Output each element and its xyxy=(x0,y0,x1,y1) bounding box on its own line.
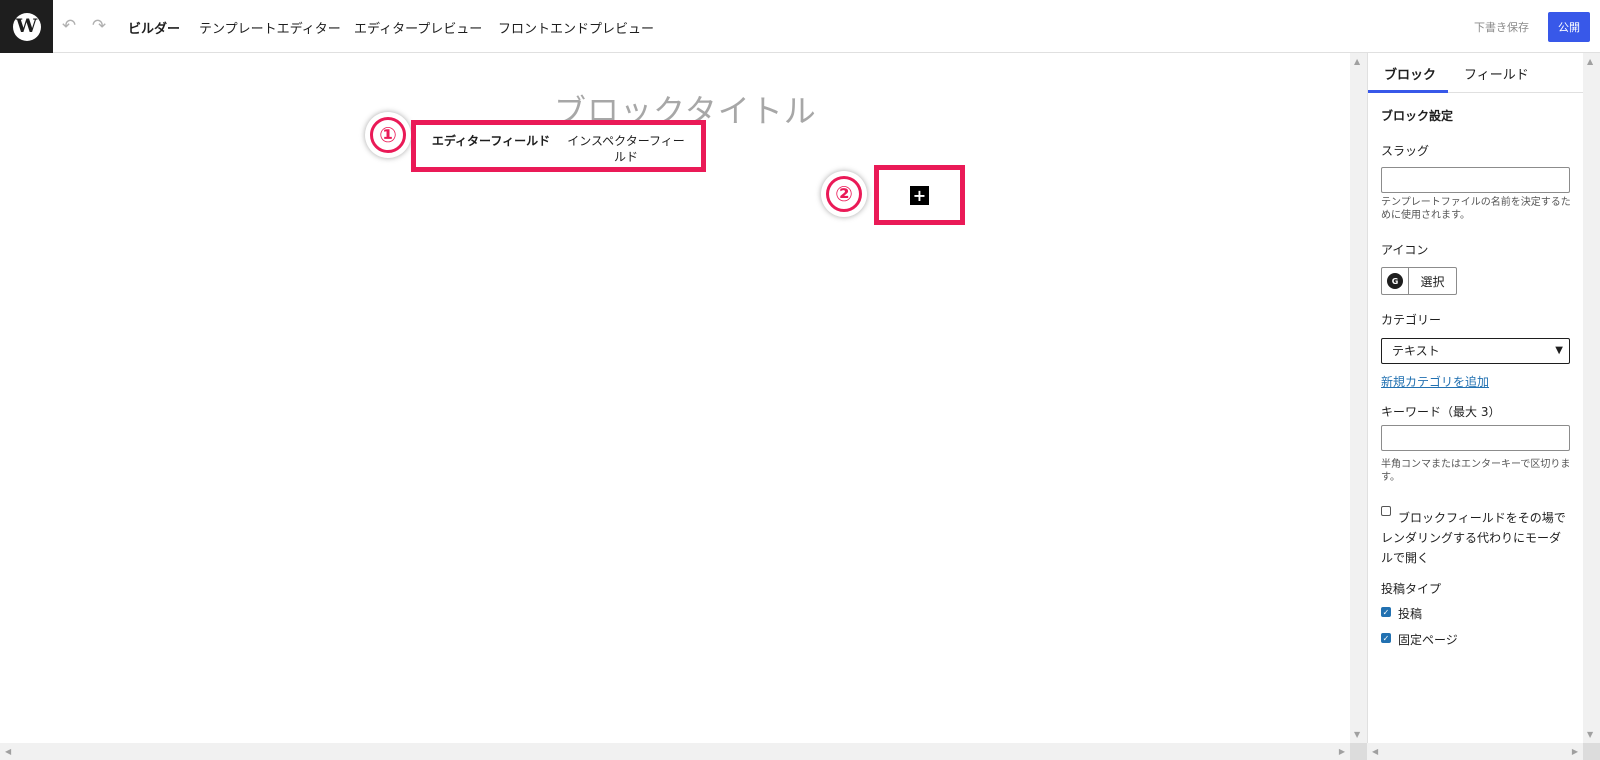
tab-inspector-fields[interactable]: インスペクターフィールド xyxy=(562,133,690,165)
canvas-vertical-scrollbar[interactable]: ▲ ▼ xyxy=(1350,53,1367,743)
scroll-up-icon[interactable]: ▲ xyxy=(1587,57,1593,66)
callout-number: ② xyxy=(826,176,862,212)
tab-fields[interactable]: フィールド xyxy=(1464,64,1529,83)
post-type-label-page: 固定ページ xyxy=(1398,633,1458,647)
scroll-right-icon[interactable]: ▶ xyxy=(1339,747,1345,756)
add-category-link[interactable]: 新規カテゴリを追加 xyxy=(1381,373,1489,390)
callout-badge-1: ① xyxy=(365,112,411,158)
sidebar-tabs: ブロック フィールド xyxy=(1368,53,1584,93)
undo-icon[interactable]: ↶ xyxy=(60,17,78,35)
icon-select-button[interactable]: G 選択 xyxy=(1381,267,1457,295)
editor-canvas: ブロックタイトル ① エディターフィールド インスペクターフィールド ② + xyxy=(0,53,1350,743)
nav-template-editor[interactable]: テンプレートエディター xyxy=(199,18,341,37)
tab-editor-fields[interactable]: エディターフィールド xyxy=(428,133,554,149)
scrollbar-corner xyxy=(1350,743,1367,760)
chevron-down-icon: ▼ xyxy=(1555,345,1563,356)
scroll-up-icon[interactable]: ▲ xyxy=(1354,57,1360,66)
keywords-label: キーワード（最大 3） xyxy=(1381,405,1501,419)
active-tab-indicator xyxy=(1368,90,1448,93)
scroll-left-icon[interactable]: ◀ xyxy=(5,747,11,756)
post-type-label-post: 投稿 xyxy=(1398,607,1423,621)
nav-builder[interactable]: ビルダー xyxy=(128,18,180,37)
scroll-down-icon[interactable]: ▼ xyxy=(1587,730,1593,739)
redo-icon[interactable]: ↷ xyxy=(90,17,108,35)
wordpress-logo-icon: W xyxy=(12,12,41,41)
wordpress-logo-button[interactable]: W xyxy=(0,0,53,53)
post-type-checkbox-post[interactable]: ✓ xyxy=(1381,607,1391,617)
keywords-help: 半角コンマまたはエンターキーで区切ります。 xyxy=(1381,459,1571,483)
scroll-right-icon[interactable]: ▶ xyxy=(1572,747,1578,756)
modal-option-label: ブロックフィールドをその場でレンダリングする代わりにモーダルで開く xyxy=(1381,511,1566,565)
add-field-button[interactable]: + xyxy=(910,185,929,205)
settings-sidebar: ブロック フィールド ブロック設定 スラッグ テンプレートファイルの名前を決定す… xyxy=(1367,53,1584,743)
canvas-horizontal-scrollbar[interactable]: ◀ ▶ xyxy=(0,743,1350,760)
slug-input[interactable] xyxy=(1381,167,1570,193)
category-label: カテゴリー xyxy=(1381,313,1442,327)
field-tabs-highlight: エディターフィールド インスペクターフィールド xyxy=(411,120,706,172)
post-types-label: 投稿タイプ xyxy=(1381,582,1442,596)
nav-editor-preview[interactable]: エディタープレビュー xyxy=(354,18,482,37)
category-select[interactable]: テキスト ▼ xyxy=(1381,338,1570,364)
top-toolbar: W ↶ ↷ ビルダー テンプレートエディター エディタープレビュー フロントエン… xyxy=(0,0,1600,53)
scroll-down-icon[interactable]: ▼ xyxy=(1354,730,1360,739)
callout-number: ① xyxy=(370,117,406,153)
post-type-checkbox-page[interactable]: ✓ xyxy=(1381,633,1391,643)
sidebar-vertical-scrollbar[interactable]: ▲ ▼ xyxy=(1583,53,1600,743)
block-settings-title: ブロック設定 xyxy=(1381,109,1454,123)
block-icon: G xyxy=(1387,273,1403,289)
add-field-highlight: + xyxy=(874,165,965,225)
scrollbar-corner xyxy=(1583,743,1600,760)
category-value: テキスト xyxy=(1392,344,1440,358)
callout-badge-2: ② xyxy=(821,171,867,217)
icon-label: アイコン xyxy=(1381,243,1429,257)
save-draft-button[interactable]: 下書き保存 xyxy=(1474,19,1529,35)
publish-button[interactable]: 公開 xyxy=(1548,12,1590,42)
icon-select-label: 選択 xyxy=(1420,274,1445,289)
slug-help: テンプレートファイルの名前を決定するために使用されます。 xyxy=(1381,197,1571,221)
keywords-input[interactable] xyxy=(1381,425,1570,451)
slug-label: スラッグ xyxy=(1381,144,1430,158)
tab-block[interactable]: ブロック xyxy=(1384,64,1436,83)
nav-frontend-preview[interactable]: フロントエンドプレビュー xyxy=(498,18,654,37)
sidebar-horizontal-scrollbar[interactable]: ◀ ▶ xyxy=(1367,743,1583,760)
icon-preview: G xyxy=(1382,268,1409,294)
scroll-left-icon[interactable]: ◀ xyxy=(1372,747,1378,756)
